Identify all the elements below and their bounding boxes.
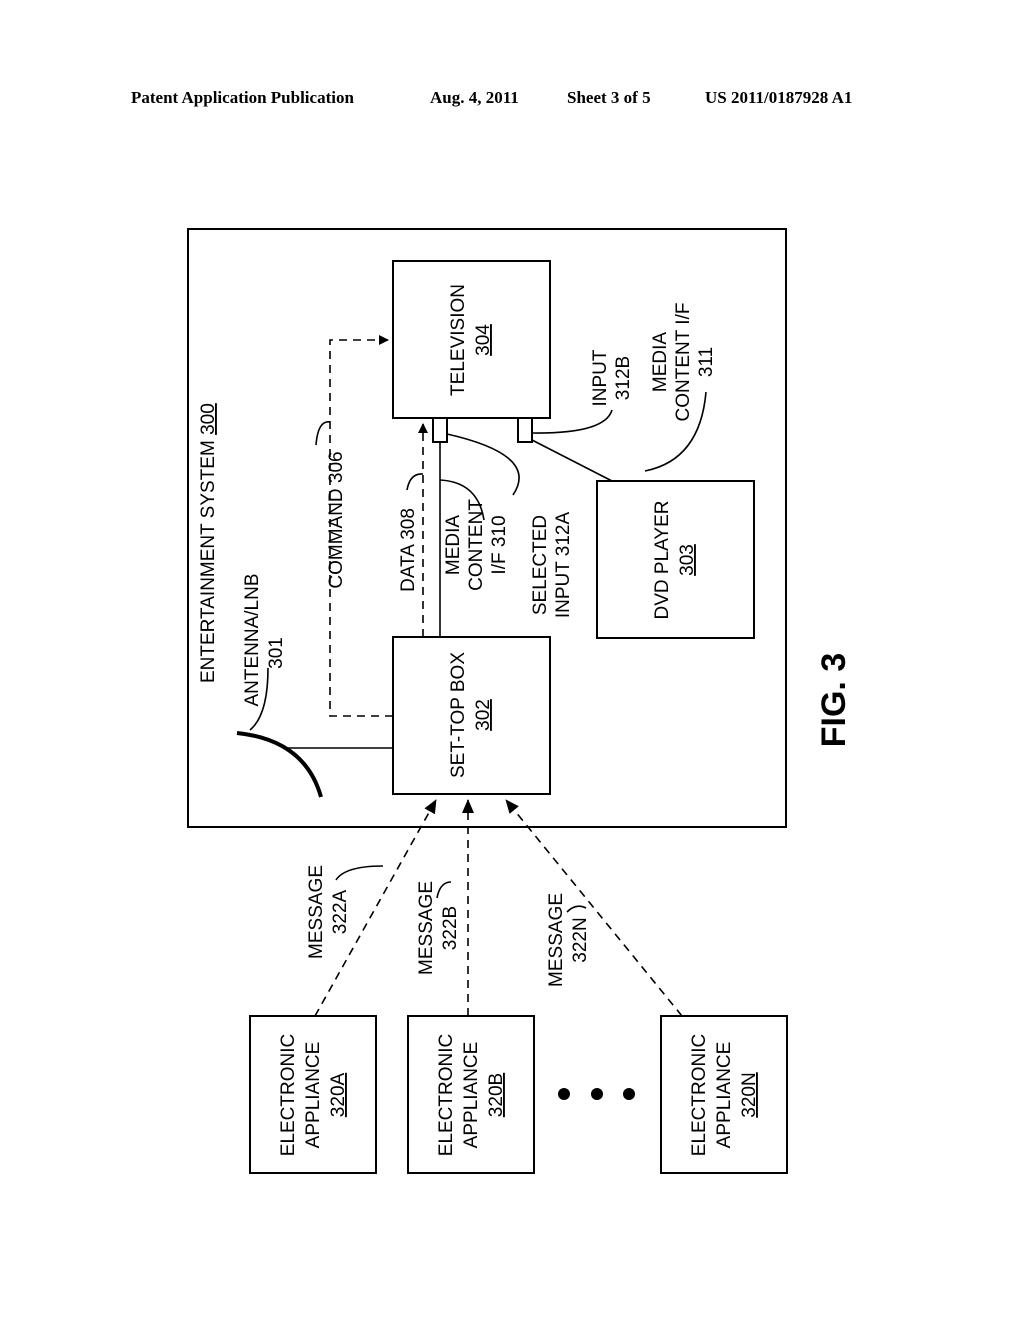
message-322a-line2: 322A <box>330 889 351 934</box>
appliance-320b-line1: ELECTRONIC <box>436 1034 457 1156</box>
selected-input-line1: SELECTED <box>530 515 551 615</box>
command-306-label: COMMAND 306 <box>326 451 347 588</box>
set-top-box-label: SET-TOP BOX <box>448 652 469 778</box>
appliance-320n-line2: APPLIANCE <box>714 1042 735 1149</box>
selected-input-line2: INPUT 312A <box>553 512 574 619</box>
media-content-310-line1: MEDIA <box>443 515 464 576</box>
antenna-label: ANTENNA/LNB <box>242 573 263 706</box>
media-content-311-line1: MEDIA <box>650 332 671 393</box>
appliance-320a-line1: ELECTRONIC <box>278 1034 299 1156</box>
media-content-310-line2: CONTENT <box>466 499 487 591</box>
entertainment-system-label: ENTERTAINMENT SYSTEM 300 <box>198 403 219 683</box>
ellipsis-dot-2 <box>591 1088 603 1100</box>
message-322n-line2: 322N <box>570 917 591 962</box>
message-322a-line1: MESSAGE <box>306 865 327 959</box>
dvd-player-ref: 303 <box>677 544 698 576</box>
figure-label: FIG. 3 <box>815 653 853 747</box>
message-322n-leader <box>566 905 587 913</box>
input-312b-line2: 312B <box>613 356 634 400</box>
television-ref: 304 <box>473 324 494 356</box>
appliance-320a-line2: APPLIANCE <box>303 1042 324 1149</box>
antenna-ref: 301 <box>266 637 287 669</box>
appliance-320a-ref: 320A <box>328 1072 349 1117</box>
message-322b-line2: 322B <box>440 906 461 950</box>
system-title: ENTERTAINMENT SYSTEM <box>198 440 219 683</box>
message-322n-line1: MESSAGE <box>546 893 567 987</box>
message-322b-line1: MESSAGE <box>416 881 437 975</box>
appliance-320b-ref: 320B <box>486 1073 507 1117</box>
appliance-320b-line2: APPLIANCE <box>461 1042 482 1149</box>
message-322a-leader <box>335 865 384 881</box>
input-312b-connector <box>517 417 533 443</box>
input-312b-line1: INPUT <box>590 349 611 406</box>
media-content-310-line3: I/F 310 <box>489 515 510 574</box>
media-content-311-line3: 311 <box>696 347 717 377</box>
message-322n-arrow <box>505 799 683 1017</box>
ellipsis-dot-1 <box>558 1088 570 1100</box>
input-312a-connector <box>432 417 448 443</box>
dvd-player-label: DVD PLAYER <box>652 501 673 620</box>
data-308-label: DATA 308 <box>398 508 419 592</box>
television-box <box>392 260 551 419</box>
system-ref: 300 <box>198 403 219 435</box>
appliance-320n-line1: ELECTRONIC <box>689 1034 710 1156</box>
message-322b-leader <box>436 881 452 899</box>
figure-diagram: ENTERTAINMENT SYSTEM 300 TELEVISION 304 … <box>187 228 853 1174</box>
appliance-320n-ref: 320N <box>739 1072 760 1117</box>
set-top-box <box>392 636 551 795</box>
media-content-311-line2: CONTENT I/F <box>673 303 694 422</box>
dvd-player-box <box>596 480 755 639</box>
ellipsis-dot-3 <box>623 1088 635 1100</box>
set-top-box-ref: 302 <box>473 699 494 731</box>
television-label: TELEVISION <box>448 284 469 396</box>
